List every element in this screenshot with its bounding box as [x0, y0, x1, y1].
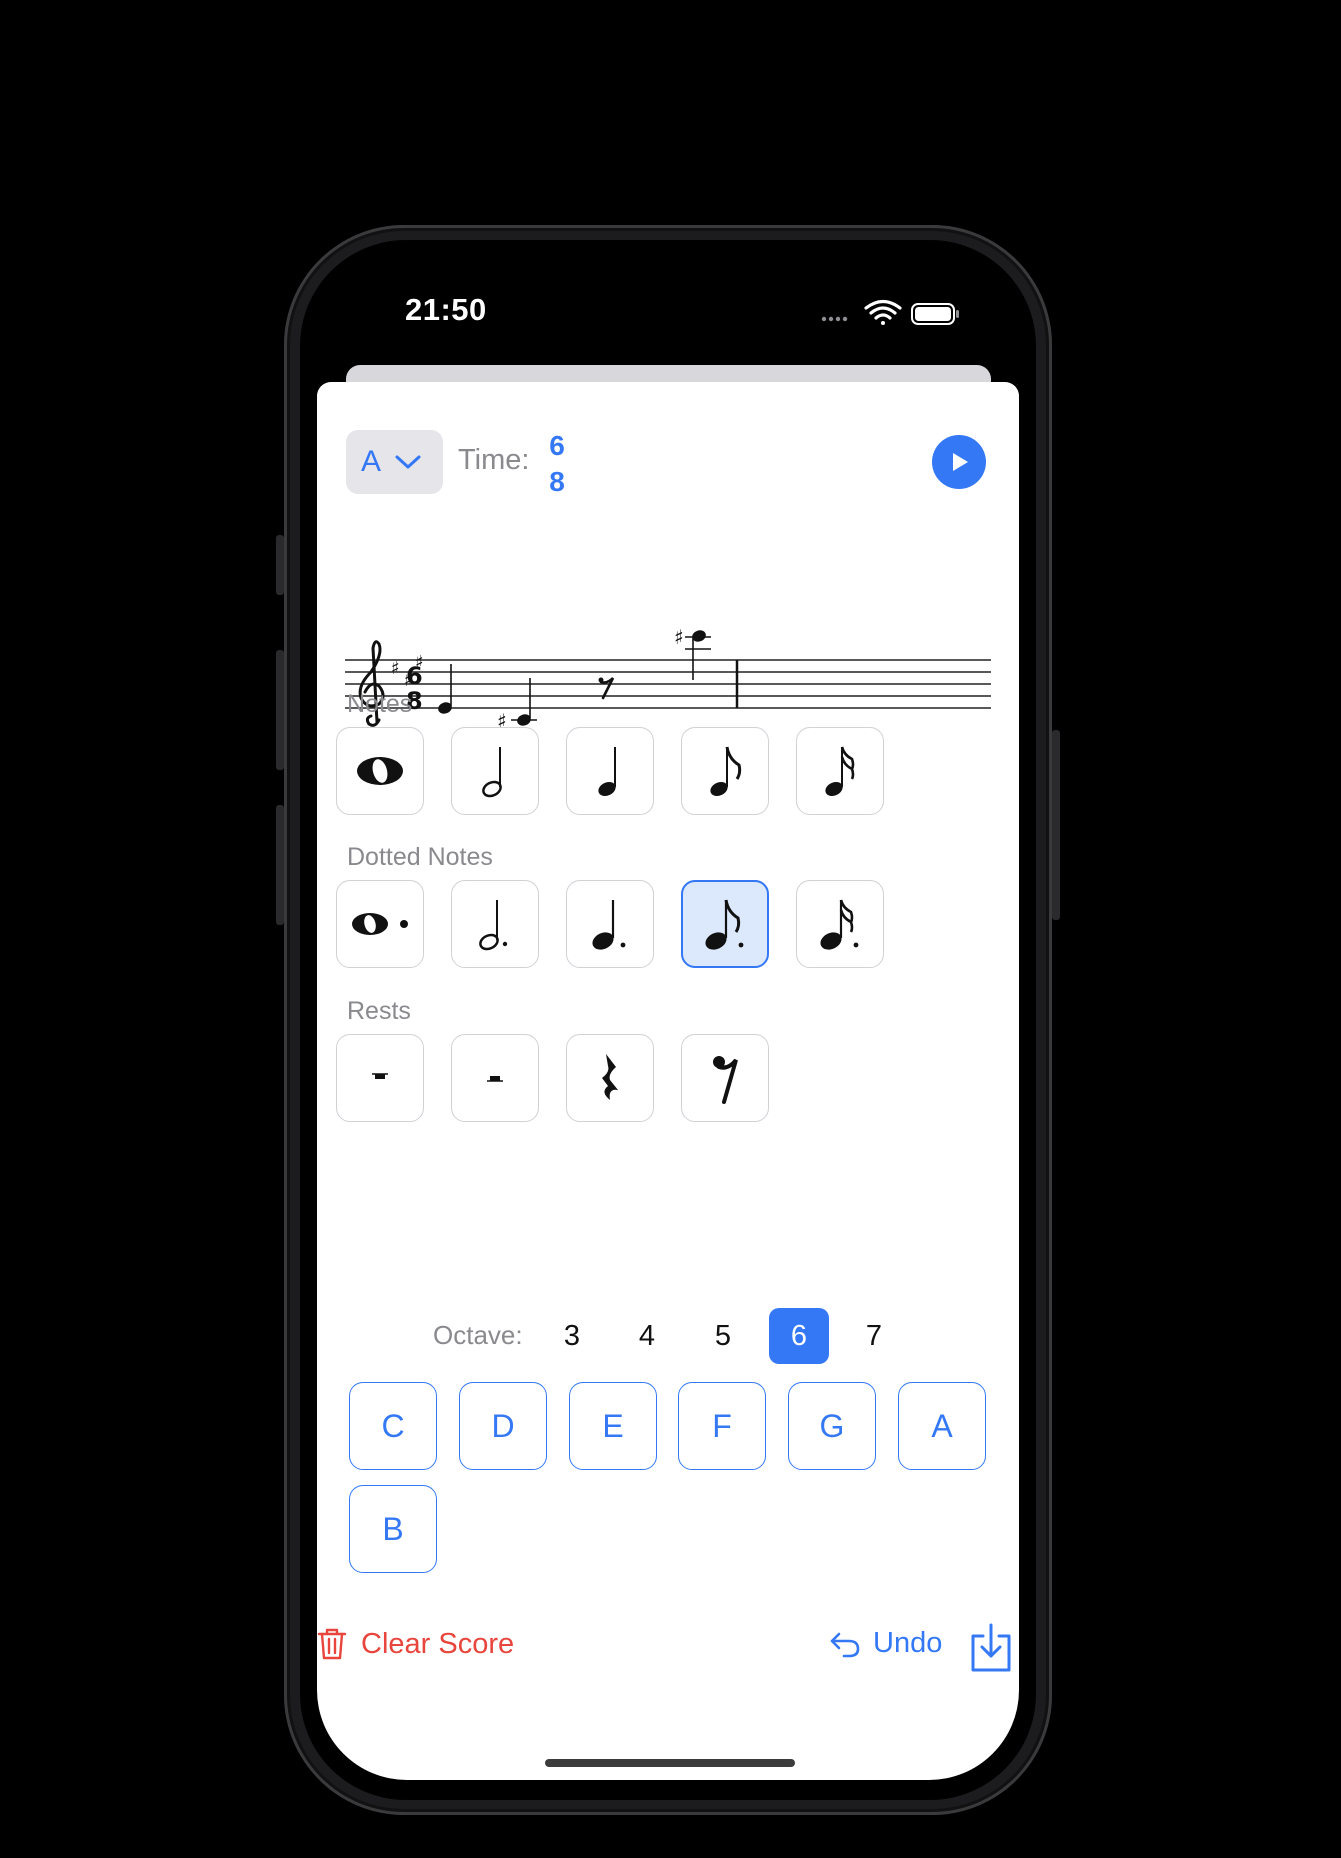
cellular-signal-icon [821, 316, 848, 322]
key-picker-value: A [361, 445, 382, 478]
dotted-sixteenth-note-button[interactable] [796, 880, 884, 968]
dotted-whole-note-button[interactable] [336, 880, 424, 968]
eighth-rest-button[interactable] [681, 1034, 769, 1122]
pitch-button-c[interactable]: C [349, 1382, 437, 1470]
staff-note-csharp4: ♯ [497, 678, 537, 733]
pitch-button-a[interactable]: A [898, 1382, 986, 1470]
volume-up-button [276, 650, 284, 770]
time-denominator: 8 [549, 466, 565, 497]
status-time: 21:50 [405, 292, 487, 327]
dotted-notes-section-label: Dotted Notes [347, 843, 493, 871]
half-note-icon [482, 747, 502, 798]
status-icons [820, 297, 960, 334]
key-sharp-1: ♯ [391, 658, 400, 679]
octave-option-3[interactable]: 3 [542, 1308, 602, 1364]
home-indicator[interactable] [545, 1759, 795, 1767]
half-rest-button[interactable] [451, 1034, 539, 1122]
dotted-quarter-note-button[interactable] [566, 880, 654, 968]
score-editor-sheet: A Time: 6 8 ♯ ♯ ♯ 6 8 ♯ ♯ Notes Dotted N… [317, 382, 1019, 1780]
volume-down-button [276, 805, 284, 925]
pitch-button-e[interactable]: E [569, 1382, 657, 1470]
pitch-button-f[interactable]: F [678, 1382, 766, 1470]
sixteenth-note-icon [825, 746, 855, 797]
dotted-half-note-icon [479, 900, 508, 951]
play-icon [953, 453, 968, 471]
clear-score-button[interactable]: Clear Score [317, 1627, 514, 1661]
staff-eighth-rest [598, 677, 615, 700]
quarter-note-button[interactable] [566, 727, 654, 815]
silent-switch [276, 535, 284, 595]
half-note-button[interactable] [451, 727, 539, 815]
octave-label: Octave: [433, 1320, 523, 1350]
dotted-eighth-note-icon [705, 899, 744, 950]
battery-icon [911, 303, 959, 325]
notes-section-label: Notes [347, 690, 413, 718]
pitch-button-d[interactable]: D [459, 1382, 547, 1470]
octave-option-4[interactable]: 4 [617, 1308, 677, 1364]
octave-option-5[interactable]: 5 [693, 1308, 753, 1364]
eighth-rest-icon [713, 1056, 738, 1104]
eighth-note-button[interactable] [681, 727, 769, 815]
quarter-rest-icon [602, 1054, 618, 1100]
chevron-down-icon [395, 455, 421, 469]
staff-lines [345, 659, 991, 709]
octave-option-6[interactable]: 6 [769, 1308, 829, 1364]
clear-score-label: Clear Score [361, 1627, 515, 1660]
eighth-note-icon [710, 746, 742, 797]
whole-rest-icon [372, 1073, 388, 1079]
dotted-whole-note-icon [352, 913, 408, 935]
whole-note-button[interactable] [336, 727, 424, 815]
sixteenth-note-button[interactable] [796, 727, 884, 815]
save-button[interactable] [968, 1622, 1014, 1679]
pitch-button-b[interactable]: B [349, 1485, 437, 1573]
svg-text:♯: ♯ [674, 625, 684, 649]
play-button[interactable] [932, 435, 986, 489]
dotted-eighth-note-button[interactable] [681, 880, 769, 968]
dotted-sixteenth-note-icon [820, 899, 859, 950]
whole-note-icon [357, 757, 403, 785]
wifi-icon [864, 299, 902, 325]
time-label: Time: [458, 444, 530, 476]
power-button [1052, 730, 1060, 920]
dotted-quarter-note-icon [592, 900, 626, 950]
dotted-half-note-button[interactable] [451, 880, 539, 968]
octave-option-7[interactable]: 7 [844, 1308, 904, 1364]
undo-arrow-icon [830, 1632, 860, 1657]
download-tray-icon [971, 1623, 1011, 1672]
rests-section-label: Rests [347, 997, 411, 1025]
undo-label: Undo [873, 1627, 943, 1659]
staff-time-numerator: 6 [406, 662, 423, 690]
key-picker[interactable]: A [346, 430, 443, 494]
trash-icon [317, 1628, 347, 1660]
undo-button[interactable]: Undo [829, 1627, 942, 1660]
quarter-note-icon [598, 747, 616, 797]
time-signature-picker[interactable]: 6 8 [542, 428, 572, 500]
pitch-button-g[interactable]: G [788, 1382, 876, 1470]
quarter-rest-button[interactable] [566, 1034, 654, 1122]
whole-rest-button[interactable] [336, 1034, 424, 1122]
half-rest-icon [487, 1076, 503, 1082]
time-numerator: 6 [549, 430, 565, 461]
